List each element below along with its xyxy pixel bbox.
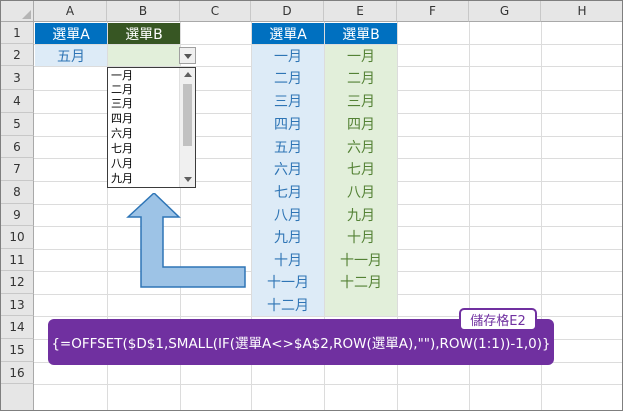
cell-d9[interactable]: 八月 bbox=[252, 204, 324, 226]
dropdown-option[interactable]: 一月 bbox=[111, 69, 133, 83]
dropdown-option[interactable]: 三月 bbox=[111, 97, 133, 111]
dropdown-option[interactable]: 二月 bbox=[111, 83, 133, 97]
row-header-9[interactable]: 9 bbox=[1, 204, 34, 226]
cell-e6[interactable]: 六月 bbox=[325, 136, 397, 158]
cell-d8[interactable]: 七月 bbox=[252, 181, 324, 203]
row-header-11[interactable]: 11 bbox=[1, 249, 34, 271]
cell-a1[interactable]: 選單A bbox=[35, 23, 107, 44]
cell-a2[interactable]: 五月 bbox=[35, 45, 107, 66]
cell-e1[interactable]: 選單B bbox=[325, 23, 397, 44]
cell-d5[interactable]: 四月 bbox=[252, 113, 324, 135]
cell-e7[interactable]: 七月 bbox=[325, 158, 397, 180]
cell-d12[interactable]: 十一月 bbox=[252, 271, 324, 293]
select-all-corner[interactable] bbox=[1, 1, 34, 22]
cell-d6[interactable]: 五月 bbox=[252, 136, 324, 158]
cell-d13[interactable]: 十二月 bbox=[252, 294, 324, 316]
row-header-6[interactable]: 6 bbox=[1, 136, 34, 158]
spreadsheet: A B C D E F G H 1 2 3 4 5 6 7 8 9 10 11 … bbox=[0, 0, 623, 411]
row-header-2[interactable]: 2 bbox=[1, 44, 34, 66]
row-header-17[interactable] bbox=[1, 384, 34, 410]
cell-b1[interactable]: 選單B bbox=[108, 23, 180, 44]
row-header-4[interactable]: 4 bbox=[1, 90, 34, 113]
scroll-up-icon[interactable] bbox=[184, 72, 192, 77]
dropdown-option[interactable]: 八月 bbox=[111, 157, 133, 171]
dropdown-option[interactable]: 六月 bbox=[111, 127, 133, 141]
cell-e5[interactable]: 四月 bbox=[325, 113, 397, 135]
dropdown-list[interactable]: 一月 二月 三月 四月 六月 七月 八月 九月 bbox=[107, 67, 196, 188]
column-header-b[interactable]: B bbox=[107, 1, 180, 22]
cell-e11[interactable]: 十一月 bbox=[325, 249, 397, 271]
bent-up-arrow-icon bbox=[126, 193, 246, 288]
dropdown-scrollbar[interactable] bbox=[179, 68, 195, 187]
cell-e9[interactable]: 九月 bbox=[325, 204, 397, 226]
scroll-down-icon[interactable] bbox=[184, 177, 192, 182]
row-header-3[interactable]: 3 bbox=[1, 66, 34, 90]
cell-e8[interactable]: 八月 bbox=[325, 181, 397, 203]
cell-d1[interactable]: 選單A bbox=[252, 23, 324, 44]
cell-d10[interactable]: 九月 bbox=[252, 226, 324, 248]
column-header-c[interactable]: C bbox=[180, 1, 251, 22]
row-header-13[interactable]: 13 bbox=[1, 294, 34, 316]
cell-reference-badge: 儲存格E2 bbox=[459, 308, 537, 331]
column-header-h[interactable]: H bbox=[541, 1, 622, 22]
cell-e12[interactable]: 十二月 bbox=[325, 271, 397, 293]
cell-e4[interactable]: 三月 bbox=[325, 90, 397, 112]
dropdown-option[interactable]: 七月 bbox=[111, 142, 133, 156]
row-header-10[interactable]: 10 bbox=[1, 226, 34, 249]
cell-d11[interactable]: 十月 bbox=[252, 249, 324, 271]
row-header-1[interactable]: 1 bbox=[1, 22, 34, 44]
row-header-7[interactable]: 7 bbox=[1, 158, 34, 181]
cell-b2[interactable] bbox=[108, 45, 180, 66]
chevron-down-icon[interactable] bbox=[179, 47, 196, 64]
row-header-5[interactable]: 5 bbox=[1, 113, 34, 136]
cell-e2[interactable]: 一月 bbox=[325, 45, 397, 67]
cell-d4[interactable]: 三月 bbox=[252, 90, 324, 112]
cell-d3[interactable]: 二月 bbox=[252, 67, 324, 89]
column-header-g[interactable]: G bbox=[469, 1, 541, 22]
cell-d7[interactable]: 六月 bbox=[252, 158, 324, 180]
column-header-a[interactable]: A bbox=[34, 1, 107, 22]
cell-e10[interactable]: 十月 bbox=[325, 226, 397, 248]
column-header-d[interactable]: D bbox=[251, 1, 324, 22]
cell-d2[interactable]: 一月 bbox=[252, 45, 324, 67]
row-header-16[interactable]: 16 bbox=[1, 362, 34, 384]
column-header-f[interactable]: F bbox=[397, 1, 469, 22]
row-header-8[interactable]: 8 bbox=[1, 181, 34, 204]
row-header-15[interactable]: 15 bbox=[1, 339, 34, 362]
dropdown-option[interactable]: 四月 bbox=[111, 112, 133, 126]
column-header-e[interactable]: E bbox=[324, 1, 397, 22]
row-header-14[interactable]: 14 bbox=[1, 316, 34, 339]
dropdown-option[interactable]: 九月 bbox=[111, 172, 133, 186]
cell-e3[interactable]: 二月 bbox=[325, 67, 397, 89]
scrollbar-thumb[interactable] bbox=[183, 84, 192, 146]
row-header-12[interactable]: 12 bbox=[1, 271, 34, 294]
